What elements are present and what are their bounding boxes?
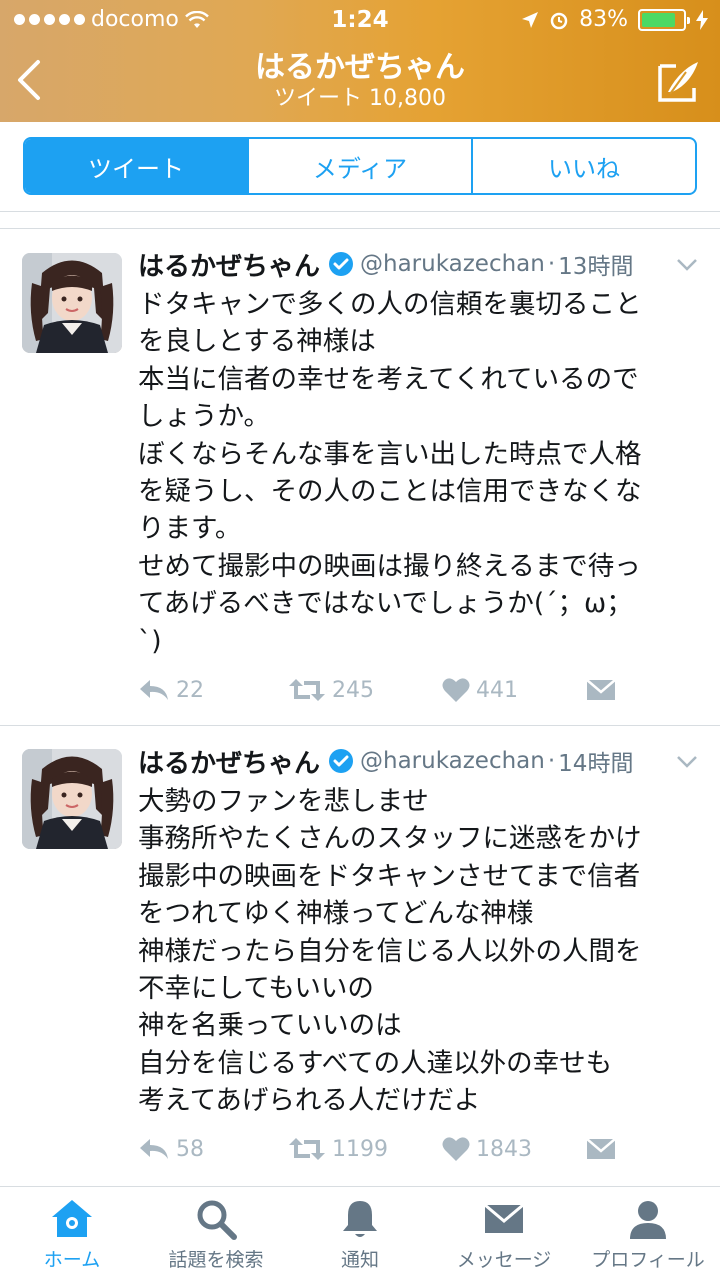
bottom-tab-bar: ホーム 話題を検索 通知 メッセージ プロフィール [0, 1186, 720, 1280]
tweet-text-line: 考えてあげられる人だけだよ [138, 1085, 481, 1117]
charging-bolt-icon [696, 9, 708, 30]
tab-search[interactable]: 話題を検索 [144, 1197, 288, 1277]
author-handle[interactable]: @harukazechan [360, 748, 545, 774]
like-button[interactable]: 441 [442, 670, 518, 710]
reply-count: 22 [176, 677, 204, 703]
tweet-text-line: てあげるべきではないでしょうか(´；ω； [138, 588, 633, 620]
tweet-text-line: をつれてゆく神様ってどんな神様 [138, 898, 534, 930]
tweet-text: 大勢のファンを悲しませ 事務所やたくさんのスタッフに迷惑をかけ 撮影中の映画をド… [138, 783, 698, 1120]
tab-home[interactable]: ホーム [0, 1197, 144, 1277]
tab-media[interactable]: メディア [249, 139, 473, 193]
search-icon [197, 1200, 237, 1240]
battery-level-fill [642, 12, 676, 27]
home-icon [52, 1200, 92, 1237]
tab-label: メッセージ [456, 1249, 552, 1271]
retweet-icon [289, 679, 325, 701]
divider [0, 211, 720, 212]
tweet-header: はるかぜちゃん @harukazechan · 13時間 [138, 246, 700, 282]
tweet-card[interactable]: はるかぜちゃん @harukazechan · 13時間 ドタキャンで多くの人の… [0, 246, 720, 722]
tweet-text-line: を疑うし、その人のことは信用できなくな [138, 476, 642, 508]
tweet-text-line: ドタキャンで多くの人の信頼を裏切ること [138, 289, 642, 320]
location-arrow-icon [522, 11, 539, 28]
tweet-text-line: ります。 [138, 513, 242, 545]
alarm-clock-icon [550, 12, 568, 29]
reply-button[interactable]: 58 [138, 1129, 204, 1169]
dot-separator: · [547, 251, 556, 277]
author-name[interactable]: はるかぜちゃん [138, 246, 320, 283]
like-count: 1843 [476, 1136, 532, 1162]
retweet-count: 1199 [332, 1136, 388, 1162]
battery-percent: 83% [579, 7, 628, 32]
tweet-card[interactable]: はるかぜちゃん @harukazechan · 14時間 大勢のファンを悲しませ… [0, 743, 720, 1183]
profile-segmented-control: ツイート メディア いいね [23, 137, 697, 195]
tab-label: プロフィール [591, 1249, 705, 1271]
tweet-text-line: 撮影中の映画をドタキャンさせてまで信者 [138, 860, 641, 892]
battery-icon [638, 8, 690, 31]
tweet-text-line: `) [138, 625, 162, 657]
tab-notifications[interactable]: 通知 [288, 1197, 432, 1277]
envelope-icon [586, 1138, 616, 1159]
tweet-text-line: 事務所やたくさんのスタッフに迷惑をかけ [138, 823, 642, 855]
bell-icon [343, 1201, 377, 1237]
heart-icon [442, 678, 470, 702]
tweet-timestamp: 14時間 [558, 751, 634, 777]
tweet-text-line: を良しとする神様は [138, 326, 376, 358]
tweet-text-line: 不幸にしてもいいの [138, 973, 374, 1005]
tab-likes[interactable]: いいね [473, 139, 695, 193]
reply-button[interactable]: 22 [138, 670, 204, 710]
tweet-actions: 58 1199 1843 [138, 1129, 698, 1169]
retweet-button[interactable]: 1199 [288, 1129, 388, 1169]
tweet-timestamp: 13時間 [558, 254, 634, 280]
author-handle[interactable]: @harukazechan [360, 251, 545, 277]
chevron-down-icon[interactable] [676, 755, 698, 769]
person-icon [630, 1201, 666, 1239]
divider [0, 228, 720, 229]
envelope-icon [484, 1203, 524, 1233]
like-count: 441 [476, 677, 518, 703]
retweet-count: 245 [332, 677, 374, 703]
compose-tweet-icon[interactable] [656, 58, 702, 104]
heart-icon [442, 1137, 470, 1161]
tweet-text-line: しょうか。 [138, 401, 270, 433]
tweet-count: ツイート 10,800 [274, 86, 446, 111]
tweet-text-line: 本当に信者の幸せを考えてくれているので [138, 363, 639, 395]
chevron-down-icon[interactable] [676, 258, 698, 272]
tab-label: ホーム [43, 1249, 101, 1271]
tab-label: 話題を検索 [168, 1249, 264, 1271]
tweet-actions: 22 245 441 [138, 670, 698, 710]
status-bar: docomo 1:24 83% [0, 0, 720, 40]
tweet-text-line: 大勢のファンを悲しませ [138, 786, 429, 817]
tweet-text-line: せめて撮影中の映画は撮り終えるまで待っ [138, 550, 641, 582]
tab-profile[interactable]: プロフィール [576, 1197, 720, 1277]
author-name[interactable]: はるかぜちゃん [138, 743, 320, 780]
tab-label: 通知 [340, 1249, 379, 1271]
tweet-text-line: ぼくならそんな事を言い出した時点で人格 [138, 438, 642, 470]
reply-icon [140, 680, 168, 700]
direct-message-button[interactable] [586, 670, 616, 710]
retweet-button[interactable]: 245 [288, 670, 374, 710]
verified-badge-icon [329, 749, 354, 773]
envelope-icon [586, 679, 616, 700]
tab-messages[interactable]: メッセージ [432, 1197, 576, 1277]
avatar[interactable] [22, 749, 122, 849]
reply-icon [140, 1139, 168, 1159]
tab-tweets[interactable]: ツイート [25, 139, 249, 193]
tweet-text-line: 自分を信じるすべての人達以外の幸せも [138, 1047, 613, 1079]
tweet-text: ドタキャンで多くの人の信頼を裏切ること を良しとする神様は 本当に信者の幸せを考… [138, 286, 698, 660]
retweet-icon [289, 1138, 325, 1160]
status-right: 83% [521, 7, 708, 32]
tweet-text-line: 神様だったら自分を信じる人以外の人間を [138, 935, 642, 967]
verified-badge-icon [329, 252, 354, 276]
profile-header: docomo 1:24 83% はるかぜちゃん ツイート 10,800 [0, 0, 720, 122]
like-button[interactable]: 1843 [442, 1129, 532, 1169]
reply-count: 58 [176, 1136, 204, 1162]
divider [0, 725, 720, 726]
dot-separator: · [547, 748, 556, 774]
tweet-header: はるかぜちゃん @harukazechan · 14時間 [138, 743, 700, 779]
direct-message-button[interactable] [586, 1129, 616, 1169]
avatar[interactable] [22, 253, 122, 353]
tweet-text-line: 神を名乗っていいのは [138, 1010, 402, 1042]
